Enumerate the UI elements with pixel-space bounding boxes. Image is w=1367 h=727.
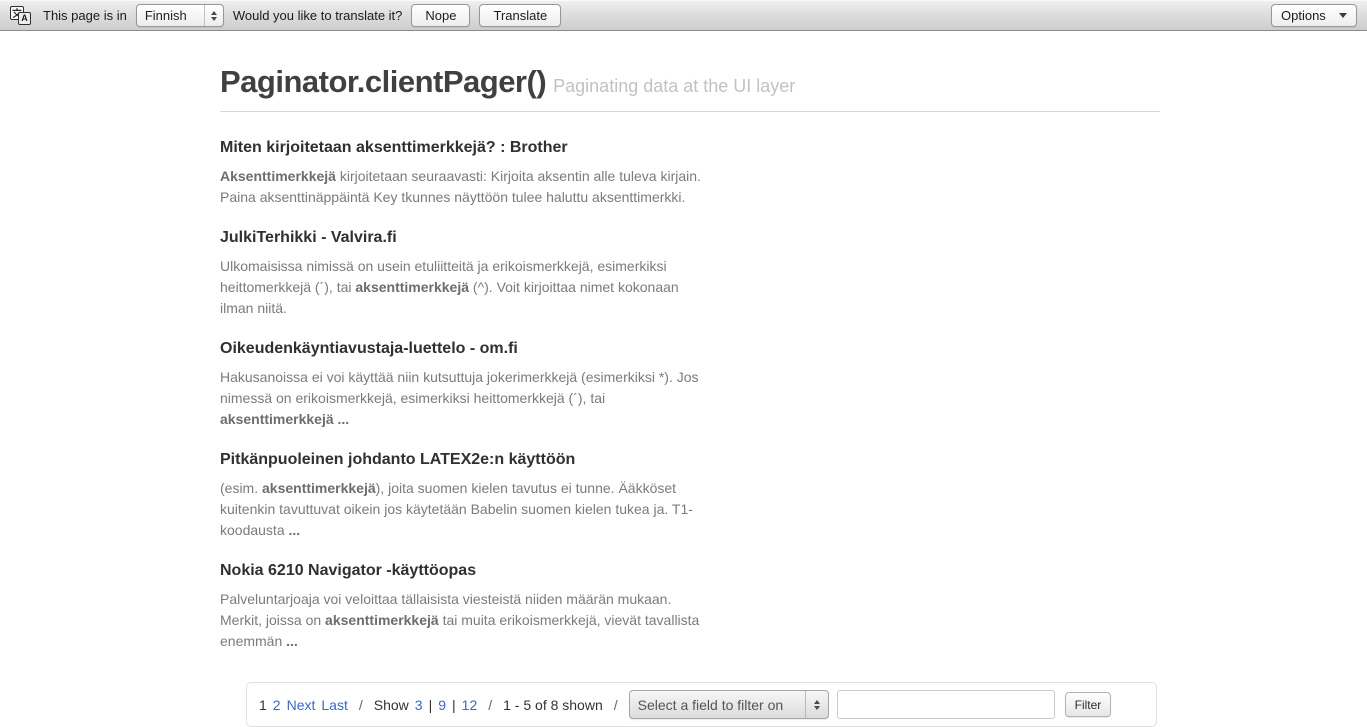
- options-button[interactable]: Options: [1271, 4, 1357, 27]
- translate-icon: A: [10, 5, 34, 27]
- translate-infobar: A This page is in Finnish Would you like…: [0, 0, 1367, 31]
- caret-down-icon: [1339, 13, 1347, 18]
- page-content: Paginator.clientPager() Paginating data a…: [220, 64, 1160, 727]
- search-result: Miten kirjoitetaan aksenttimerkkejä? : B…: [220, 139, 690, 208]
- result-snippet-line: Paina aksenttinäppäintä Key tkunnes näyt…: [220, 187, 690, 208]
- search-result: Nokia 6210 Navigator -käyttöopas Palvelun…: [220, 562, 690, 652]
- infobar-right-group: Options: [1271, 4, 1357, 27]
- result-title: Pitkänpuoleinen johdanto LATEX2e:n käytt…: [220, 451, 690, 469]
- filter-input[interactable]: [837, 690, 1055, 719]
- infobar-left-group: A This page is in Finnish Would you like…: [10, 4, 561, 27]
- per-page-link-3[interactable]: 3: [415, 697, 423, 713]
- show-divider: |: [429, 697, 433, 713]
- page-subtitle: Paginating data at the UI layer: [553, 76, 795, 96]
- result-snippet-line: enemmän ...: [220, 631, 690, 652]
- separator-slash: /: [488, 697, 492, 713]
- result-snippet-line: (esim. aksenttimerkkejä), joita suomen k…: [220, 478, 690, 499]
- search-result: JulkiTerhikki - Valvira.fi Ulkomaisissa n…: [220, 229, 690, 319]
- filter-button[interactable]: Filter: [1065, 692, 1112, 717]
- page-title-text: Paginator.clientPager(): [220, 64, 546, 99]
- options-label: Options: [1281, 8, 1326, 23]
- pager-links: 12 Next Last: [259, 697, 348, 713]
- stepper-arrows-icon: [204, 5, 223, 26]
- separator-slash: /: [614, 697, 618, 713]
- result-title: Miten kirjoitetaan aksenttimerkkejä? : B…: [220, 139, 690, 157]
- result-snippet-line: nimessä on erikoismerkkejä, esimerkiksi …: [220, 388, 690, 409]
- title-divider: [220, 111, 1160, 112]
- result-snippet-line: aksenttimerkkejä ...: [220, 409, 690, 430]
- pager-link-last[interactable]: Last: [321, 697, 347, 713]
- filter-field-select[interactable]: Select a field to filter on: [629, 690, 829, 719]
- per-page-links: Show 3 | 9 | 12: [374, 697, 477, 713]
- pager-current-page: 1: [259, 697, 267, 713]
- search-result: Pitkänpuoleinen johdanto LATEX2e:n käytt…: [220, 451, 690, 541]
- nope-button[interactable]: Nope: [411, 4, 470, 27]
- language-select-value: Finnish: [145, 8, 197, 23]
- result-snippet-line: Aksenttimerkkejä kirjoitetaan seuraavast…: [220, 166, 690, 187]
- language-select[interactable]: Finnish: [136, 4, 224, 27]
- result-snippet-line: ilman niitä.: [220, 298, 690, 319]
- translate-button[interactable]: Translate: [479, 4, 561, 27]
- pager-link-2[interactable]: 2: [273, 697, 281, 713]
- result-snippet-line: Palveluntarjoaja voi veloittaa tällaisis…: [220, 589, 690, 610]
- result-snippet-line: koodausta ...: [220, 520, 690, 541]
- result-title: JulkiTerhikki - Valvira.fi: [220, 229, 690, 247]
- per-page-link-9[interactable]: 9: [438, 697, 446, 713]
- show-divider: |: [452, 697, 456, 713]
- separator-slash: /: [359, 697, 363, 713]
- pager-link-next[interactable]: Next: [287, 697, 316, 713]
- per-page-link-12[interactable]: 12: [462, 697, 478, 713]
- results-list: Miten kirjoitetaan aksenttimerkkejä? : B…: [220, 139, 690, 652]
- result-snippet-line: Merkit, joissa on aksenttimerkkejä tai m…: [220, 610, 690, 631]
- search-result: Oikeudenkäyntiavustaja-luettelo - om.fi H…: [220, 340, 690, 430]
- result-snippet-line: kuitenkin tavuttuvat oikein jos käytetää…: [220, 499, 690, 520]
- stepper-arrows-icon: [805, 691, 828, 718]
- result-title: Nokia 6210 Navigator -käyttöopas: [220, 562, 690, 580]
- result-snippet-line: Hakusanoissa ei voi käyttää niin kutsutt…: [220, 367, 690, 388]
- result-snippet-line: heittomerkkejä (´), tai aksenttimerkkejä…: [220, 277, 690, 298]
- results-status: 1 - 5 of 8 shown: [503, 697, 603, 713]
- filter-field-select-value: Select a field to filter on: [638, 697, 798, 713]
- pagination-toolbar: 12 Next Last / Show 3 | 9 | 12 / 1 - 5 of 8 sho…: [246, 682, 1157, 727]
- infobar-question: Would you like to translate it?: [233, 8, 403, 23]
- result-snippet-line: Ulkomaisissa nimissä on usein etuliittei…: [220, 256, 690, 277]
- page-title: Paginator.clientPager() Paginating data a…: [220, 64, 1160, 100]
- result-title: Oikeudenkäyntiavustaja-luettelo - om.fi: [220, 340, 690, 358]
- infobar-message: This page is in: [43, 8, 127, 23]
- translate-icon-front-letter: A: [18, 12, 31, 25]
- show-label: Show: [374, 697, 409, 713]
